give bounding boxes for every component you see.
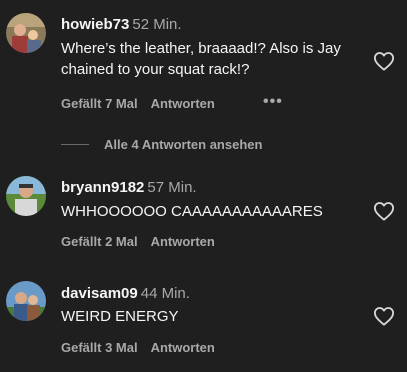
comment-text: Where’s the leather, braaaad!? Also is J… (61, 40, 341, 78)
comment-header: davisam09 44 Min. (61, 284, 190, 304)
avatar[interactable] (6, 176, 46, 216)
comment-text: WEIRD ENERGY (61, 308, 179, 325)
likes-count[interactable]: Gefällt 7 Mal (61, 95, 138, 113)
reply-button[interactable]: Antworten (151, 233, 215, 251)
thread-divider (61, 144, 89, 145)
likes-count[interactable]: Gefällt 3 Mal (61, 339, 138, 357)
username[interactable]: howieb73 (61, 16, 129, 33)
timestamp: 52 Min. (132, 16, 182, 33)
comment-header: howieb73 52 Min. (61, 15, 182, 35)
comment-meta: Gefällt 3 Mal Antworten (61, 339, 215, 357)
reply-button[interactable]: Antworten (151, 339, 215, 357)
likes-count[interactable]: Gefällt 2 Mal (61, 233, 138, 251)
timestamp: 57 Min. (147, 179, 197, 196)
avatar[interactable] (6, 281, 46, 321)
timestamp: 44 Min. (140, 285, 190, 302)
comment-meta: Gefällt 7 Mal Antworten (61, 95, 215, 113)
reply-button[interactable]: Antworten (151, 95, 215, 113)
username[interactable]: bryann9182 (61, 179, 144, 196)
view-replies-label[interactable]: Alle 4 Antworten ansehen (104, 136, 262, 154)
username[interactable]: davisam09 (61, 285, 138, 302)
more-dots-icon[interactable]: ••• (263, 93, 283, 111)
heart-outline-icon[interactable] (373, 201, 395, 221)
comment-meta: Gefällt 2 Mal Antworten (61, 233, 215, 251)
comment-text: WHHOOOOOO CAAAAAAAAAAARES (61, 203, 323, 220)
avatar[interactable] (6, 13, 46, 53)
heart-outline-icon[interactable] (373, 51, 395, 71)
comment-header: bryann9182 57 Min. (61, 178, 197, 198)
heart-outline-icon[interactable] (373, 306, 395, 326)
